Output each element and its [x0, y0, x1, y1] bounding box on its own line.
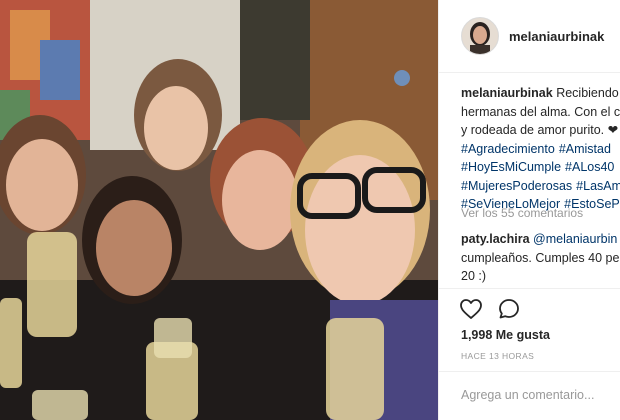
post-photo[interactable] — [0, 0, 438, 420]
post-sidebar: melaniaurbinak melaniaurbinak Recibiendo… — [438, 0, 620, 420]
add-comment-input[interactable] — [461, 388, 620, 402]
hashtag-line: #MujeresPoderosas #LasAm — [461, 177, 620, 196]
hashtag-link[interactable]: #ALos40 — [565, 160, 614, 174]
hashtag-link[interactable]: #Amistad — [559, 142, 611, 156]
group-selfie-image — [0, 0, 438, 420]
caption-line: y rodeada de amor purito. ❤ — [461, 123, 619, 137]
hashtag-link[interactable]: #Agradecimiento — [461, 142, 555, 156]
comment-text: 20 :) — [461, 269, 487, 283]
comment-mention[interactable]: @melaniaurbin — [533, 232, 617, 246]
post-timestamp: HACE 13 HORAS — [461, 351, 535, 361]
post-header: melaniaurbinak — [439, 0, 620, 73]
hashtag-link[interactable]: #LasAm — [576, 179, 620, 193]
add-comment-section — [439, 371, 620, 420]
caption-text: Recibiendo — [556, 86, 619, 100]
comment: paty.lachira @melaniaurbin cumpleaños. C… — [461, 230, 620, 286]
header-username[interactable]: melaniaurbinak — [509, 29, 604, 44]
avatar[interactable] — [461, 17, 499, 55]
comment-bubble-icon[interactable] — [497, 297, 521, 321]
comment-text: cumpleaños. Cumples 40 pe — [461, 250, 620, 265]
hashtag-line: #HoyEsMiCumple #ALos40 — [461, 158, 620, 177]
comment-line: paty.lachira @melaniaurbin — [461, 230, 620, 249]
hashtag-link[interactable]: #MujeresPoderosas — [461, 179, 572, 193]
comment-username[interactable]: paty.lachira — [461, 232, 530, 246]
view-comments-link[interactable]: Ver los 55 comentarios — [461, 206, 583, 220]
hashtag-line: #Agradecimiento #Amistad — [461, 140, 620, 159]
hashtag-link[interactable]: #HoyEsMiCumple — [461, 160, 561, 174]
caption-line: hermanas del alma. Con el c — [461, 104, 620, 119]
caption-line: melaniaurbinak Recibiendo — [461, 84, 620, 103]
post-actions — [439, 288, 620, 329]
heart-icon[interactable] — [459, 297, 483, 321]
like-count[interactable]: 1,998 Me gusta — [461, 328, 550, 342]
caption: melaniaurbinak Recibiendo hermanas del a… — [461, 84, 620, 214]
caption-username[interactable]: melaniaurbinak — [461, 86, 553, 100]
avatar-image — [462, 18, 498, 54]
